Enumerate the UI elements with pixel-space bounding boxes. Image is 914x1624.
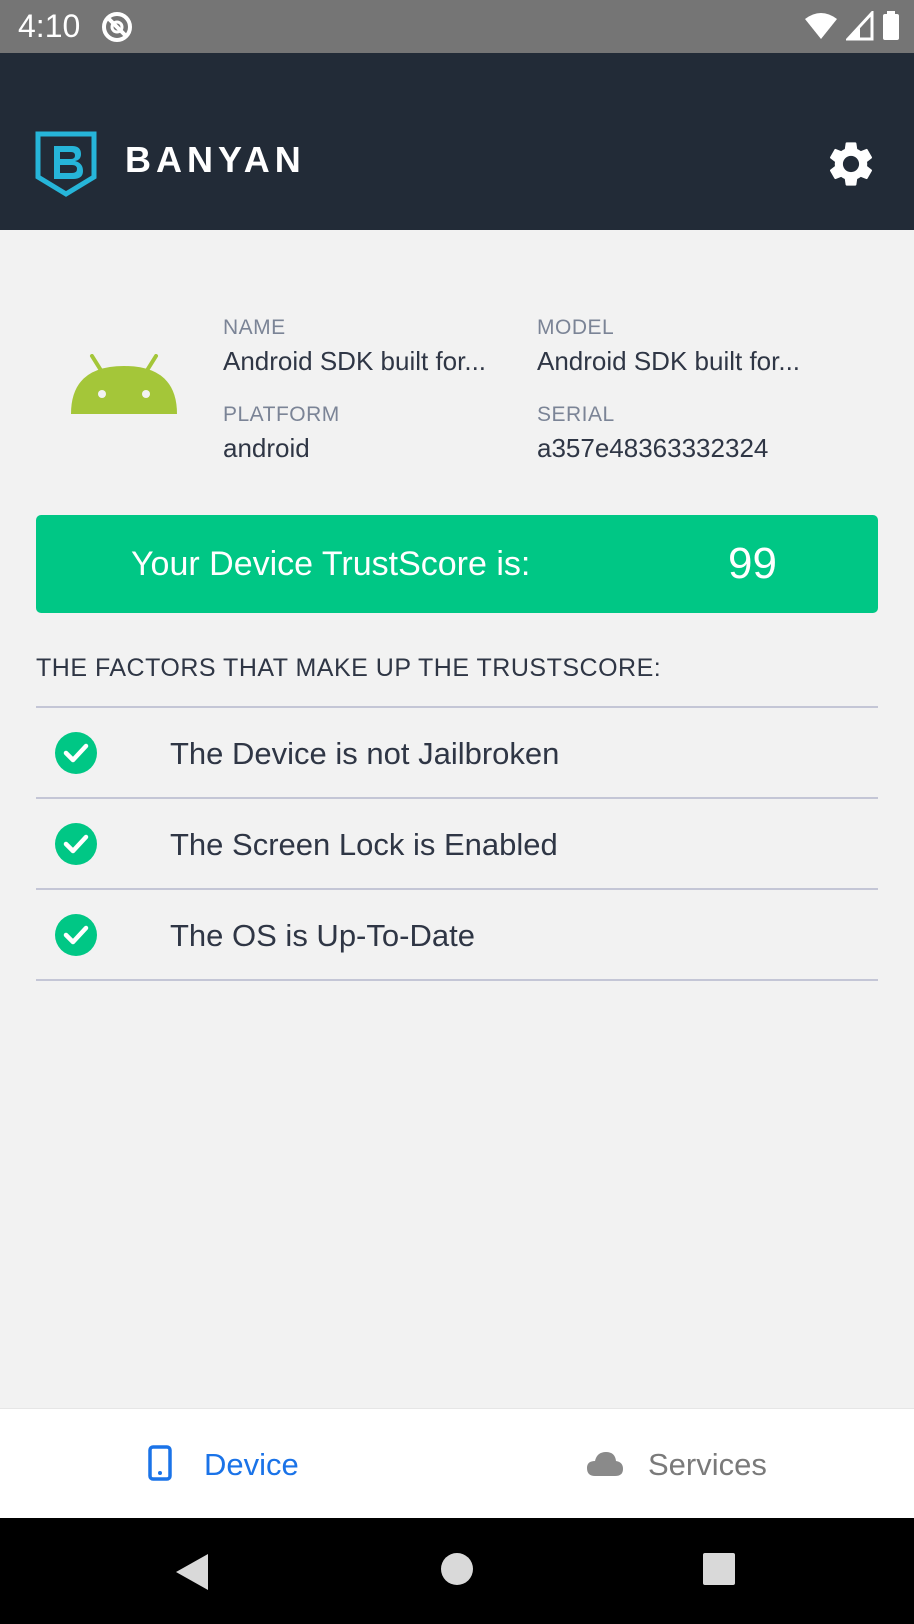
banyan-logo-icon [35, 131, 97, 197]
signal-icon [846, 11, 874, 41]
trustscore-banner: Your Device TrustScore is: 99 [36, 515, 878, 613]
do-not-disturb-icon [102, 12, 132, 42]
trustscore-value: 99 [728, 539, 777, 588]
factor-label: The Screen Lock is Enabled [170, 827, 558, 862]
factor-row: The Device is not Jailbroken [36, 708, 878, 797]
check-circle-icon [55, 732, 97, 774]
status-time: 4:10 [18, 8, 81, 44]
back-icon[interactable] [174, 1552, 210, 1592]
bottom-nav: Device Services [0, 1408, 914, 1519]
wifi-icon [805, 13, 837, 39]
system-nav-bar [0, 1518, 914, 1624]
platform-label: PLATFORM [223, 403, 340, 426]
factor-row: The Screen Lock is Enabled [36, 799, 878, 888]
device-name: NAME Android SDK built for... [223, 316, 486, 377]
factor-label: The Device is not Jailbroken [170, 736, 560, 771]
home-icon[interactable] [440, 1552, 474, 1586]
android-icon [71, 354, 177, 414]
brand-name: BANYAN [125, 139, 306, 180]
recents-icon[interactable] [702, 1552, 736, 1586]
factor-label: The OS is Up-To-Date [170, 918, 475, 953]
serial-label: SERIAL [537, 403, 615, 426]
serial-value: a357e48363332324 [537, 433, 769, 463]
cloud-icon [587, 1452, 623, 1476]
model-value: Android SDK built for... [537, 346, 801, 376]
tab-services[interactable]: Services [580, 1409, 800, 1519]
phone-icon [148, 1445, 172, 1481]
device-serial: SERIAL a357e48363332324 [537, 403, 768, 464]
app-bar: BANYAN [0, 53, 914, 230]
model-label: MODEL [537, 316, 615, 339]
device-platform: PLATFORM android [223, 403, 340, 464]
platform-value: android [223, 433, 310, 463]
trustscore-label: Your Device TrustScore is: [131, 545, 531, 583]
tab-device[interactable]: Device [140, 1409, 340, 1519]
tab-services-label: Services [648, 1447, 767, 1482]
gear-icon[interactable] [824, 137, 878, 191]
battery-icon [883, 11, 899, 40]
factor-list: The Device is not Jailbroken The Screen … [36, 706, 878, 981]
factors-title: THE FACTORS THAT MAKE UP THE TRUSTSCORE: [36, 654, 662, 682]
device-model: MODEL Android SDK built for... [537, 316, 800, 377]
status-icons [804, 11, 900, 41]
status-bar: 4:10 [0, 0, 914, 53]
name-value: Android SDK built for... [223, 346, 487, 376]
divider [36, 979, 878, 981]
factor-row: The OS is Up-To-Date [36, 890, 878, 979]
check-circle-icon [55, 914, 97, 956]
tab-device-label: Device [204, 1447, 299, 1482]
name-label: NAME [223, 316, 286, 339]
check-circle-icon [55, 823, 97, 865]
